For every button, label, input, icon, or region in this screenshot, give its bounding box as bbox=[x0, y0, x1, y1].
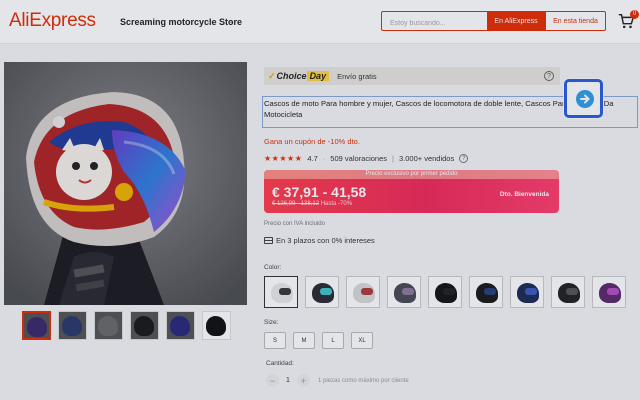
thumbnail-4[interactable] bbox=[130, 311, 159, 340]
thumbnail-helmet-image bbox=[206, 316, 226, 336]
color-swatch-5[interactable] bbox=[428, 276, 462, 308]
welcome-discount-tag: Dto. Bienvenida bbox=[499, 191, 549, 198]
size-option-m[interactable]: M bbox=[293, 332, 315, 349]
thumbnail-helmet-image bbox=[98, 316, 118, 336]
color-swatches bbox=[264, 276, 626, 308]
size-option-s[interactable]: S bbox=[264, 332, 286, 349]
swatch-visor bbox=[361, 288, 373, 295]
search-store-button[interactable]: En esta tienda bbox=[545, 11, 606, 31]
separator: · bbox=[322, 154, 326, 163]
decrease-button[interactable]: − bbox=[266, 374, 279, 387]
color-swatch-2[interactable] bbox=[305, 276, 339, 308]
thumbnail-5[interactable] bbox=[166, 311, 195, 340]
choice-label: Choice bbox=[276, 71, 307, 81]
swatch-visor bbox=[607, 288, 619, 295]
color-swatch-1[interactable] bbox=[264, 276, 298, 308]
color-swatch-3[interactable] bbox=[346, 276, 380, 308]
thumbnail-helmet-image bbox=[170, 316, 190, 336]
quantity-limit-note: 1 piezas como máximo por cliente bbox=[318, 377, 409, 384]
help-icon[interactable]: ? bbox=[544, 71, 554, 81]
swatch-visor bbox=[320, 288, 332, 295]
chevron-down-icon[interactable]: ⌄ bbox=[228, 17, 234, 25]
quantity-stepper: − 1 + 1 piezas como máximo por cliente bbox=[266, 374, 409, 387]
helmet-photo bbox=[4, 62, 247, 305]
discount-percent: Hasta -70% bbox=[320, 201, 353, 207]
size-label: Size: bbox=[264, 319, 279, 326]
choice-day-badge: ✓ Choice Day bbox=[268, 70, 330, 82]
thumbnail-1[interactable] bbox=[22, 311, 51, 340]
arrow-right-circle-icon bbox=[576, 90, 594, 108]
installments-info[interactable]: En 3 plazos con 0% intereses bbox=[264, 236, 375, 245]
vat-note: Precio con IVA incluido bbox=[264, 221, 325, 227]
star-rating-icon: ★★★★★ bbox=[264, 154, 303, 163]
quantity-label: Cantidad: bbox=[266, 360, 294, 367]
main-product-image[interactable] bbox=[4, 62, 247, 305]
choice-day-banner[interactable]: ✓ Choice Day Envío gratis ? bbox=[264, 67, 560, 85]
increase-button[interactable]: + bbox=[297, 374, 310, 387]
thumbnail-strip bbox=[22, 311, 231, 340]
thumbnail-3[interactable] bbox=[94, 311, 123, 340]
thumbnail-helmet-image bbox=[134, 316, 154, 336]
price-panel: Precio exclusivo por primer pedido € 37,… bbox=[264, 170, 559, 213]
swatch-visor bbox=[566, 288, 578, 295]
swatch-visor bbox=[443, 288, 455, 295]
separator: | bbox=[392, 154, 394, 163]
color-swatch-9[interactable] bbox=[592, 276, 626, 308]
credit-card-icon bbox=[264, 237, 273, 244]
swatch-visor bbox=[525, 288, 537, 295]
thumbnail-helmet-image bbox=[62, 316, 82, 336]
color-swatch-7[interactable] bbox=[510, 276, 544, 308]
share-button[interactable] bbox=[564, 79, 603, 118]
rating-row: ★★★★★ 4.7 · 509 valoraciones | 3.000+ ve… bbox=[264, 154, 469, 163]
sold-count: 3.000+ vendidos bbox=[398, 154, 455, 163]
color-swatch-8[interactable] bbox=[551, 276, 585, 308]
swatch-visor bbox=[484, 288, 496, 295]
choice-day-label: Day bbox=[306, 71, 330, 81]
size-option-l[interactable]: L bbox=[322, 332, 344, 349]
first-order-banner: Precio exclusivo por primer pedido bbox=[264, 170, 559, 179]
size-option-xl[interactable]: XL bbox=[351, 332, 373, 349]
swatch-visor bbox=[279, 288, 291, 295]
swatch-visor bbox=[402, 288, 414, 295]
search-aliexpress-button[interactable]: En AliExpress bbox=[487, 11, 545, 31]
thumbnail-2[interactable] bbox=[58, 311, 87, 340]
color-swatch-4[interactable] bbox=[387, 276, 421, 308]
quantity-value[interactable]: 1 bbox=[279, 377, 297, 384]
original-price: € 126,99 - 138,12 Hasta -70% bbox=[272, 201, 352, 207]
store-name-link[interactable]: Screaming motorcycle Store bbox=[120, 17, 242, 27]
size-options: S M L XL bbox=[264, 332, 373, 349]
check-icon: ✓ bbox=[268, 70, 276, 81]
aliexpress-logo[interactable]: AliExpress bbox=[9, 10, 96, 32]
help-icon[interactable]: ? bbox=[459, 154, 469, 163]
top-header: AliExpress Screaming motorcycle Store ⌄ … bbox=[0, 0, 640, 44]
original-price-value: € 126,99 - 138,12 bbox=[272, 201, 320, 207]
cart-count-badge: 0 bbox=[630, 10, 639, 19]
reviews-count[interactable]: 509 valoraciones bbox=[330, 154, 387, 163]
rating-value: 4.7 bbox=[307, 154, 318, 163]
search-input[interactable] bbox=[382, 14, 487, 33]
coupon-text[interactable]: Gana un cupón de -10% dto. bbox=[264, 137, 360, 146]
thumbnail-helmet-image bbox=[27, 317, 47, 337]
free-shipping-text: Envío gratis bbox=[337, 71, 377, 81]
search-box[interactable] bbox=[381, 11, 487, 33]
color-swatch-6[interactable] bbox=[469, 276, 503, 308]
thumbnail-6[interactable] bbox=[202, 311, 231, 340]
installments-text: En 3 plazos con 0% intereses bbox=[276, 236, 375, 245]
price-range: € 37,91 - 41,58 bbox=[272, 184, 367, 200]
color-label: Color: bbox=[264, 264, 282, 271]
